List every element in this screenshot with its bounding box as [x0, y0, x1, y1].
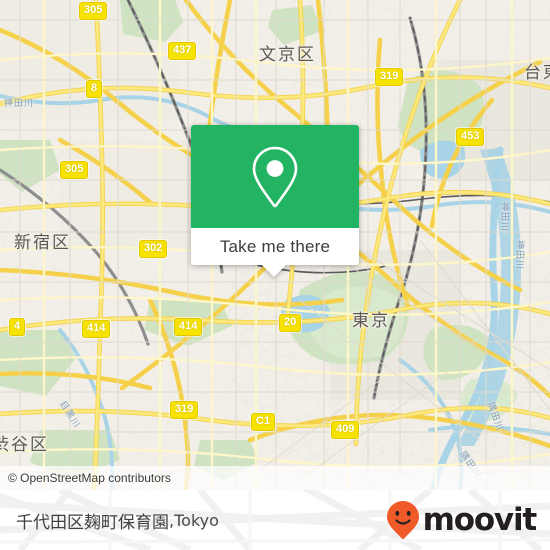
road-shield: 20 — [279, 314, 302, 332]
place-title: 千代田区麹町保育園, Tokyo — [16, 490, 219, 550]
road-shield: 302 — [139, 240, 168, 258]
moovit-wordmark: moovit — [422, 501, 538, 538]
road-shield: 409 — [331, 421, 360, 439]
map-pin-icon — [252, 146, 298, 207]
road-shield: 319 — [170, 401, 199, 419]
road-shield: 8 — [86, 80, 103, 98]
road-shield: 319 — [375, 68, 404, 86]
road-shield: 4 — [9, 318, 26, 336]
place-city: Tokyo — [174, 510, 219, 530]
place-name: 千代田区麹町保育園 — [16, 512, 169, 533]
popup-pointer-tail — [261, 264, 287, 277]
road-shield: C1 — [251, 413, 276, 431]
road-shield: 414 — [174, 318, 203, 336]
popup-card[interactable]: Take me there — [191, 125, 359, 265]
road-shield: 437 — [168, 42, 197, 60]
take-me-there-label: Take me there — [219, 236, 331, 256]
road-shield: 453 — [456, 128, 485, 146]
map-viewport[interactable]: .land{fill:#f2efe9} .blockA{fill:#efece4… — [0, 0, 550, 490]
moovit-logo[interactable]: moovit — [386, 490, 538, 550]
location-popup[interactable]: Take me there — [191, 125, 359, 277]
road-shield: 414 — [82, 320, 111, 338]
popup-header — [191, 125, 359, 228]
road-shield: 305 — [60, 161, 89, 179]
moovit-pin-icon — [386, 501, 419, 539]
popup-footer[interactable]: Take me there — [191, 228, 359, 265]
map-attribution[interactable]: © OpenStreetMap contributors — [0, 466, 550, 490]
bottom-bar: 千代田区麹町保育園, Tokyo moovit — [0, 490, 550, 550]
road-shield: 305 — [79, 2, 108, 20]
